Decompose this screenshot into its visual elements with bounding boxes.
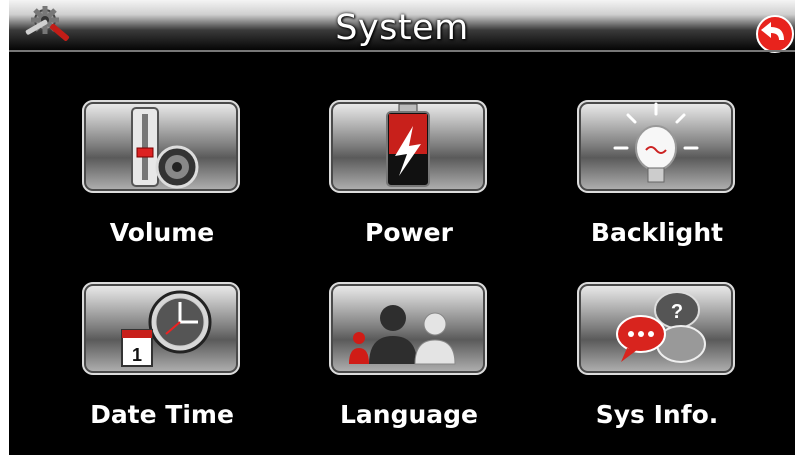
language-button[interactable] [329, 282, 487, 375]
calendar-day: 1 [132, 345, 142, 365]
backlight-button[interactable] [577, 100, 735, 193]
title-bar: System [9, 0, 795, 54]
volume-button[interactable] [82, 100, 240, 193]
volume-slider-speaker-icon [131, 107, 199, 189]
sysinfo-label: Sys Info. [595, 400, 719, 429]
calendar-clock-icon: 1 [121, 290, 212, 367]
back-button[interactable] [751, 14, 795, 54]
chat-bubbles-icon: ? [616, 291, 706, 363]
power-button[interactable] [329, 100, 487, 193]
language-label: Language [339, 400, 478, 429]
back-arrow-icon [756, 15, 794, 53]
backlight-label: Backlight [590, 218, 724, 247]
svg-text:?: ? [671, 301, 683, 323]
system-screen: System Volume Power Backlight 1 Date Tim… [9, 0, 795, 455]
sysinfo-button[interactable]: ? [577, 282, 735, 375]
volume-label: Volume [109, 218, 215, 247]
light-bulb-icon [613, 102, 699, 183]
battery-icon [386, 103, 430, 187]
power-label: Power [365, 218, 453, 247]
page-title: System [335, 8, 469, 48]
datetime-label: Date Time [90, 400, 234, 429]
datetime-button[interactable]: 1 [82, 282, 240, 375]
people-icon [349, 305, 456, 365]
